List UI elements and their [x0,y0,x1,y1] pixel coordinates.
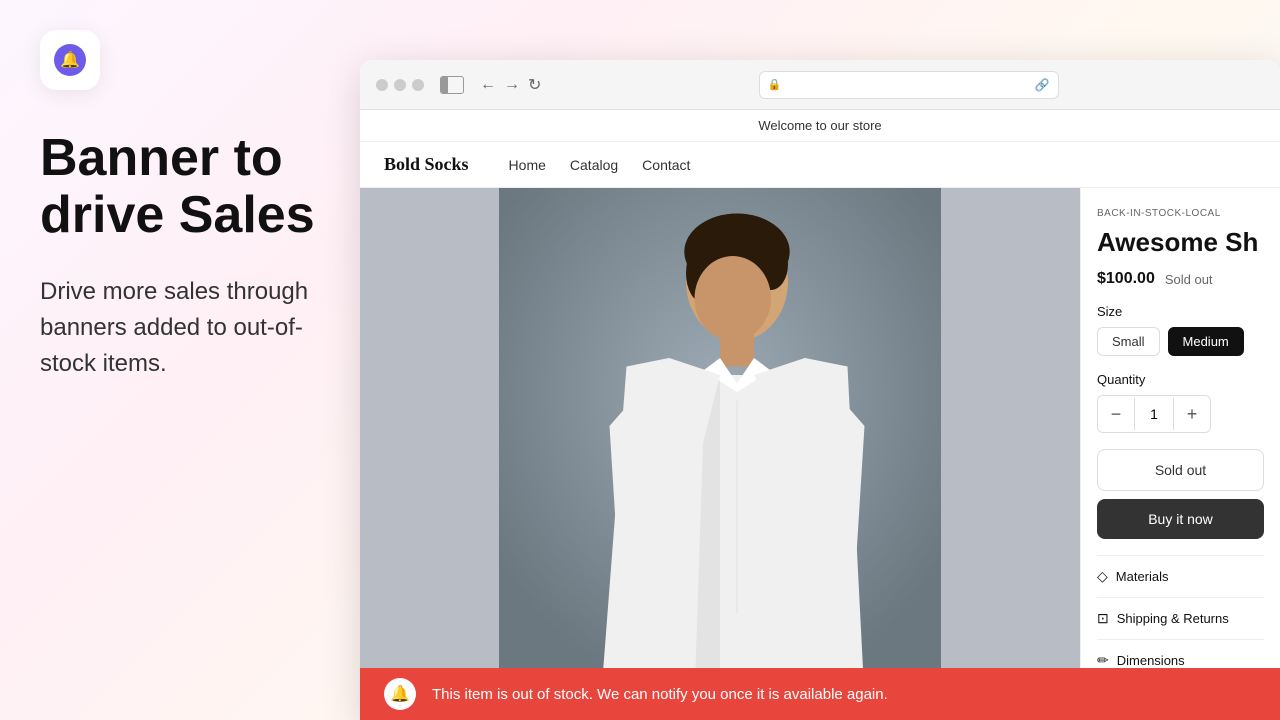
size-small[interactable]: Small [1097,327,1160,356]
browser-dots [376,79,424,91]
price-row: $100.00 Sold out [1097,270,1264,288]
notification-bell-icon: 🔔 [384,678,416,710]
bell-icon: 🔔 [54,44,86,76]
store-nav: Bold Socks Home Catalog Contact [360,142,1280,188]
browser-chrome: ← → ↻ 🔒 🔗 [360,60,1280,110]
product-title: Awesome Sh [1097,227,1264,258]
notification-text: This item is out of stock. We can notify… [432,686,888,703]
back-button[interactable]: ← [480,76,496,94]
sold-out-badge: Sold out [1165,272,1213,287]
quantity-decrease-button[interactable]: − [1098,396,1134,432]
quantity-value: 1 [1134,398,1174,430]
browser-window: ← → ↻ 🔒 🔗 Welcome to our store Bold Sock… [360,60,1280,720]
shipping-icon: ⊡ [1097,610,1109,627]
quantity-control: − 1 + [1097,395,1211,433]
dot-green [412,79,424,91]
size-options: Small Medium [1097,327,1264,356]
store-menu: Home Catalog Contact [509,157,691,173]
buy-now-button[interactable]: Buy it now [1097,499,1264,539]
forward-button[interactable]: → [504,76,520,94]
accordion-dimensions-label: Dimensions [1117,653,1185,668]
nav-catalog[interactable]: Catalog [570,157,618,173]
product-price: $100.00 [1097,270,1155,288]
dot-yellow [394,79,406,91]
product-details: BACK-IN-STOCK-LOCAL Awesome Sh $100.00 S… [1080,188,1280,698]
product-image-svg [360,188,1080,698]
link-icon: 🔗 [1035,78,1050,92]
store-content: Welcome to our store Bold Socks Home Cat… [360,110,1280,720]
sidebar-toggle-icon[interactable] [440,76,464,94]
browser-nav: ← → ↻ [480,75,541,95]
url-bar[interactable]: 🔒 🔗 [759,71,1059,99]
bell-icon-wrapper: 🔔 [40,30,100,90]
lock-icon: 🔒 [768,78,782,91]
quantity-increase-button[interactable]: + [1174,396,1210,432]
accordion-materials-label: Materials [1116,569,1169,584]
accordion-materials[interactable]: ◇ Materials [1097,555,1264,597]
product-image-area [360,188,1080,698]
accordion-shipping[interactable]: ⊡ Shipping & Returns [1097,597,1264,639]
nav-contact[interactable]: Contact [642,157,690,173]
dot-red [376,79,388,91]
left-panel: 🔔 Banner to drive Sales Drive more sales… [0,0,360,720]
sold-out-button: Sold out [1097,449,1264,491]
store-banner: Welcome to our store [360,110,1280,142]
subtext: Drive more sales through banners added t… [40,274,320,382]
notification-bar: 🔔 This item is out of stock. We can noti… [360,668,1280,720]
product-tag: BACK-IN-STOCK-LOCAL [1097,208,1264,219]
store-main: BACK-IN-STOCK-LOCAL Awesome Sh $100.00 S… [360,188,1280,698]
dimensions-icon: ✏ [1097,652,1109,669]
refresh-button[interactable]: ↻ [528,75,541,95]
nav-home[interactable]: Home [509,157,546,173]
headline: Banner to drive Sales [40,130,320,244]
size-medium[interactable]: Medium [1168,327,1244,356]
size-label: Size [1097,304,1264,319]
quantity-label: Quantity [1097,372,1264,387]
store-logo: Bold Socks [384,154,469,175]
materials-icon: ◇ [1097,568,1108,585]
accordion-shipping-label: Shipping & Returns [1117,611,1229,626]
